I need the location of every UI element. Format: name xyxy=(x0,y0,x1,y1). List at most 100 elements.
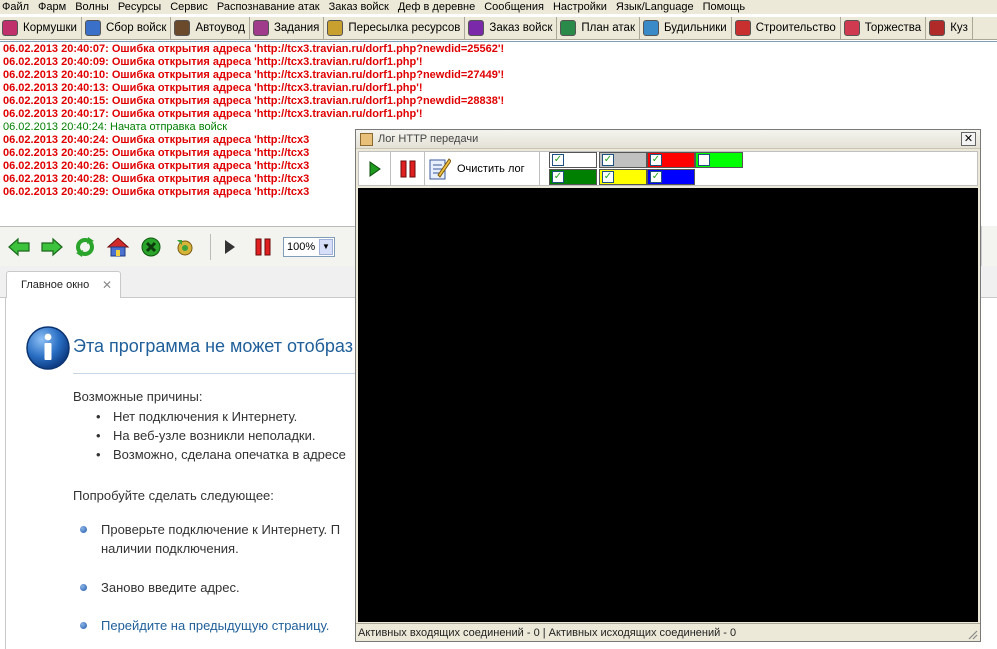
bullet-icon xyxy=(80,526,87,533)
toolbar-button[interactable]: Сбор войск xyxy=(82,17,172,39)
feeder-icon xyxy=(2,20,18,36)
color-filter-swatch[interactable]: ✓ xyxy=(599,152,647,168)
http-log-dialog: Лог HTTP передачи ✕ Очистить лог ✓ ✓ ✓ ✓ ✓ ✓ … xyxy=(355,129,981,642)
close-icon[interactable]: ✕ xyxy=(102,278,112,292)
zoom-value: 100% xyxy=(287,240,316,253)
menu-bar: Файл Фарм Волны Ресурсы Сервис Распознавание … xyxy=(0,0,997,14)
app-icon xyxy=(360,132,373,146)
bullet-icon: • xyxy=(96,428,101,443)
toolbar-button[interactable]: Автоувод xyxy=(171,17,250,39)
toolbar-button-label: Пересылка ресурсов xyxy=(348,22,461,34)
color-filter-swatch[interactable]: ✓ xyxy=(647,152,695,168)
menu-item[interactable]: Деф в деревне xyxy=(396,1,475,13)
menu-item[interactable]: Сервис xyxy=(168,1,208,13)
clear-log-label: Очистить лог xyxy=(457,162,525,175)
chevron-down-icon: ▼ xyxy=(319,238,333,255)
globe-icon xyxy=(84,20,101,36)
menu-item[interactable]: Язык/Language xyxy=(614,1,694,13)
menu-item[interactable]: Помощь xyxy=(701,1,746,13)
clear-log-button[interactable]: Очистить лог xyxy=(425,152,540,185)
bullet-icon: • xyxy=(96,409,101,424)
refresh-icon[interactable] xyxy=(72,234,98,260)
building-icon xyxy=(734,20,751,36)
menu-item[interactable]: Волны xyxy=(73,1,109,13)
menu-item[interactable]: Распознавание атак xyxy=(215,1,320,13)
menu-item[interactable]: Файл xyxy=(0,1,29,13)
title-divider xyxy=(73,373,373,374)
color-filter-checkbox[interactable]: ✓ xyxy=(602,171,614,183)
suggestion-retype-address: Заново введите адрес. xyxy=(101,580,240,595)
toolbar-button-label: Задания xyxy=(273,22,320,34)
color-filter-checkbox[interactable]: ✓ xyxy=(602,154,614,166)
color-filter-checkbox[interactable]: ✓ xyxy=(552,154,564,166)
menu-item[interactable]: Фарм xyxy=(36,1,66,13)
toolbar-button[interactable]: Кормушки xyxy=(0,17,82,39)
try-header: Попробуйте сделать следующее: xyxy=(73,488,274,503)
log-line: 06.02.2013 20:40:10: Ошибка открытия адр… xyxy=(3,69,505,81)
zoom-select[interactable]: 100% ▼ xyxy=(283,236,335,257)
menu-item[interactable]: Сообщения xyxy=(482,1,544,13)
color-filter-swatch[interactable]: ✓ xyxy=(647,169,695,185)
toolbar-button[interactable]: Куз xyxy=(926,17,973,39)
cause-item: На веб-узле возникли неполадки. xyxy=(113,428,316,443)
tasks-icon xyxy=(252,20,269,36)
menu-item[interactable]: Заказ войск xyxy=(327,1,389,13)
attack-plan-icon xyxy=(560,20,577,36)
color-filter-checkbox[interactable] xyxy=(698,154,710,166)
info-icon xyxy=(26,326,70,370)
status-bar: Активных входящих соединений - 0 | Актив… xyxy=(356,623,980,641)
toolbar-button-label: Заказ войск xyxy=(489,22,553,34)
stop-icon[interactable] xyxy=(138,234,164,260)
log-line: 06.02.2013 20:40:07: Ошибка открытия адр… xyxy=(3,43,505,55)
close-icon[interactable]: ✕ xyxy=(961,132,976,146)
color-filter-checkbox[interactable]: ✓ xyxy=(650,171,662,183)
page-title: Эта программа не может отобраз xyxy=(73,336,353,356)
dialog-titlebar[interactable]: Лог HTTP передачи ✕ xyxy=(356,130,980,149)
tab-main-window[interactable]: Главное окно ✕ xyxy=(6,271,121,298)
log-line: 06.02.2013 20:40:09: Ошибка открытия адр… xyxy=(3,56,423,68)
resources-icon xyxy=(327,20,344,36)
toolbar-button[interactable]: Заказ войск xyxy=(465,17,558,39)
previous-page-link[interactable]: Перейдите на предыдущую страницу. xyxy=(101,618,329,633)
home-icon[interactable] xyxy=(105,234,131,260)
toolbar-button[interactable]: Задания xyxy=(250,17,325,39)
toolbar-button[interactable]: Будильники xyxy=(640,17,732,39)
toolbar-button-label: Будильники xyxy=(664,22,727,34)
toolbar-button-label: Кормушки xyxy=(23,22,77,34)
color-filter-swatch[interactable]: ✓ xyxy=(549,169,597,185)
causes-header: Возможные причины: xyxy=(73,389,203,404)
play-icon[interactable] xyxy=(217,234,243,260)
bullet-icon: • xyxy=(96,447,101,462)
bullet-icon xyxy=(80,584,87,591)
menu-item[interactable]: Настройки xyxy=(551,1,607,13)
pause-icon[interactable] xyxy=(391,152,425,185)
color-filter-grid: ✓ ✓ ✓ ✓ ✓ ✓ xyxy=(549,152,749,185)
color-filter-checkbox[interactable]: ✓ xyxy=(552,171,564,183)
cause-item: Нет подключения к Интернету. xyxy=(113,409,298,424)
order-troops-icon xyxy=(468,20,485,36)
log-line: 06.02.2013 20:40:17: Ошибка открытия адр… xyxy=(3,108,423,120)
color-filter-swatch[interactable]: ✓ xyxy=(599,169,647,185)
toolbar-button[interactable]: Торжества xyxy=(841,17,927,39)
menu-item[interactable]: Ресурсы xyxy=(116,1,161,13)
toolbar-button[interactable]: План атак xyxy=(557,17,640,39)
color-filter-checkbox[interactable]: ✓ xyxy=(650,154,662,166)
connection-status: Активных входящих соединений - 0 | Актив… xyxy=(358,626,737,639)
toolbar-button[interactable]: Строительство xyxy=(732,17,841,39)
color-filter-swatch[interactable]: ✓ xyxy=(549,152,597,168)
celebration-icon xyxy=(843,20,860,36)
log-line: 06.02.2013 20:40:13: Ошибка открытия адр… xyxy=(3,82,423,94)
forward-icon[interactable] xyxy=(39,234,65,260)
suggestion-check-connection: Проверьте подключение к Интернету. П xyxy=(101,522,341,537)
back-icon[interactable] xyxy=(6,234,32,260)
toolbar-button-label: Автоувод xyxy=(195,22,245,34)
resize-grip-icon[interactable] xyxy=(966,628,978,640)
toolbar-button[interactable]: Пересылка ресурсов xyxy=(324,17,466,39)
log-line: 06.02.2013 20:40:15: Ошибка открытия адр… xyxy=(3,95,505,107)
pause-icon[interactable] xyxy=(250,234,276,260)
color-filter-swatch[interactable] xyxy=(695,152,743,168)
toolbar-button-label: Строительство xyxy=(755,22,836,34)
http-log-output[interactable] xyxy=(358,188,978,622)
play-icon[interactable] xyxy=(359,152,391,185)
settings-icon[interactable] xyxy=(171,234,197,260)
